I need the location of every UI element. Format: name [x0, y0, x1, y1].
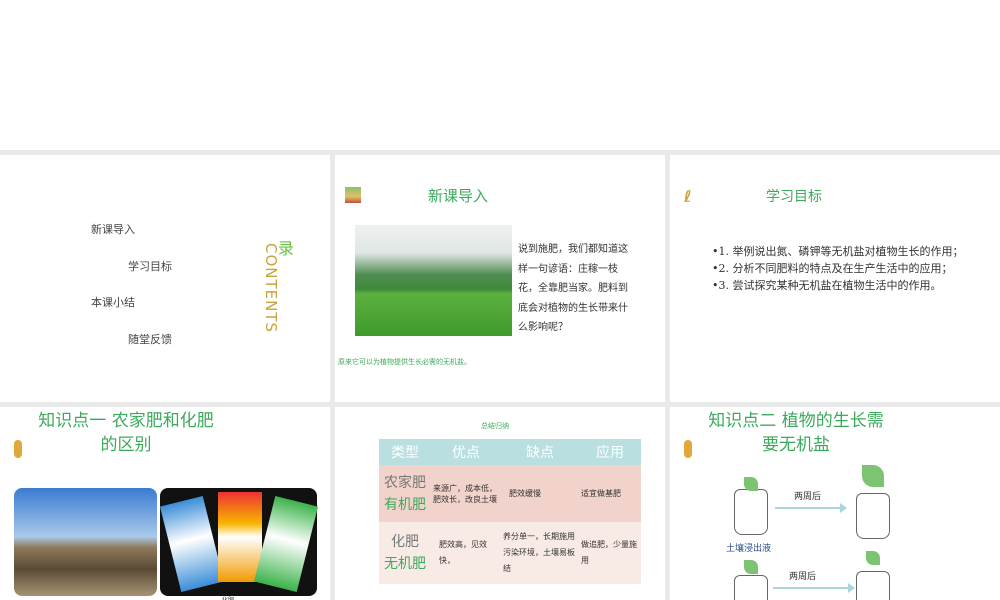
plant-icon: [866, 551, 880, 565]
image-caption: 化肥: [222, 595, 234, 600]
column-header: 类型: [379, 439, 431, 465]
intro-text: 说到施肥，我们都知道这样一句谚语：庄稼一枝花，全靠肥当家。肥料到底会对植物的生长…: [518, 244, 628, 333]
type-label: 无机肥: [384, 556, 426, 572]
fertilizer-bags-image: [160, 488, 318, 596]
use-cell: 做追肥，少量施用: [579, 522, 641, 584]
fertilizer-comparison-table: 类型 优点 缺点 应用 农家肥有机肥 来源广，成本低，肥效长，改良土壤 肥效缓慢…: [379, 439, 641, 584]
contents-label: CONTENTS: [262, 243, 280, 334]
type-label: 化肥: [391, 534, 419, 550]
goal-item: •1. 举例说出氮、磷钾等无机盐对植物生长的作用；: [712, 245, 964, 258]
goal-item: •2. 分析不同肥料的特点及在生产生活中的应用；: [712, 262, 953, 275]
jar-icon: [734, 489, 768, 535]
figure-icon: [14, 440, 22, 458]
toc-item[interactable]: 学习目标: [128, 258, 172, 274]
seedling-icon: [744, 560, 758, 574]
jar-icon: [856, 571, 890, 600]
books-icon: [345, 187, 361, 203]
slide-title: 新课导入: [428, 187, 489, 205]
farmer-image: [14, 488, 157, 596]
liquid-label: 土壤浸出液: [726, 544, 772, 554]
toc-title-char: 录: [278, 239, 295, 258]
slide-title: 学习目标: [766, 189, 822, 205]
arrow-icon: [775, 503, 847, 513]
slide-summary[interactable]: 总结归纳 类型 优点 缺点 应用 农家肥有机肥 来源广，成本低，肥效长，改良土壤…: [335, 407, 665, 600]
pros-cell: 来源广，成本低，肥效长，改良土壤: [431, 465, 501, 522]
jar-icon: [856, 493, 890, 539]
table-row: 化肥无机肥 肥效高，见效快， 养分单一，长期施用污染环境，土壤易板结 做追肥，少…: [379, 522, 641, 584]
slide-knowledge-point-2[interactable]: 知识点二 植物的生长需要无机盐 两周后 土壤浸出液 两周后: [670, 407, 1000, 600]
figure-icon: [684, 440, 692, 458]
use-cell: 适宜做基肥: [579, 465, 641, 522]
slide-contents[interactable]: 新课导入 学习目标 本课小结 随堂反馈 录 CONTENTS: [0, 155, 330, 402]
arrow-label: 两周后: [789, 572, 817, 582]
column-header: 优点: [431, 439, 501, 465]
slide-knowledge-point-1[interactable]: 知识点一 农家肥和化肥的区别 化肥: [0, 407, 330, 600]
type-label: 农家肥: [384, 474, 426, 491]
microscope-icon: ℓ: [684, 187, 692, 206]
table-row: 农家肥有机肥 来源广，成本低，肥效长，改良土壤 肥效缓慢 适宜做基肥: [379, 465, 641, 522]
cons-cell: 养分单一，长期施用污染环境，土壤易板结: [501, 522, 579, 584]
column-header: 缺点: [501, 439, 579, 465]
toc-item[interactable]: 本课小结: [91, 294, 135, 310]
type-label: 有机肥: [384, 496, 426, 513]
slide-intro[interactable]: 新课导入 说到施肥，我们都知道这样一句谚语：庄稼一枝花，全靠肥当家。肥料到底会对…: [335, 155, 665, 402]
seedling-icon: [744, 477, 758, 491]
slide-goals[interactable]: ℓ 学习目标 •1. 举例说出氮、磷钾等无机盐对植物生长的作用； •2. 分析不…: [670, 155, 1000, 402]
slide-title: 知识点一 农家肥和化肥的区别: [38, 411, 214, 455]
arrow-icon: [773, 583, 855, 593]
blank-top-area: [0, 0, 1000, 150]
cons-cell: 肥效缓慢: [501, 465, 579, 522]
pros-cell: 肥效高，见效快，: [431, 522, 501, 584]
arrow-label: 两周后: [794, 492, 822, 502]
slide-title: 总结归纳: [481, 422, 509, 430]
toc-item[interactable]: 随堂反馈: [128, 331, 172, 347]
rice-field-image: [355, 225, 512, 336]
plant-icon: [862, 465, 884, 487]
column-header: 应用: [579, 439, 641, 465]
toc-item[interactable]: 新课导入: [91, 221, 135, 237]
slide-title: 知识点二 植物的生长需要无机盐: [708, 411, 884, 455]
goal-item: •3. 尝试探究某种无机盐在植物生活中的作用。: [712, 279, 942, 292]
intro-conclusion: 原来它可以为植物提供生长必需的无机盐。: [338, 358, 471, 366]
jar-icon: [734, 575, 768, 600]
